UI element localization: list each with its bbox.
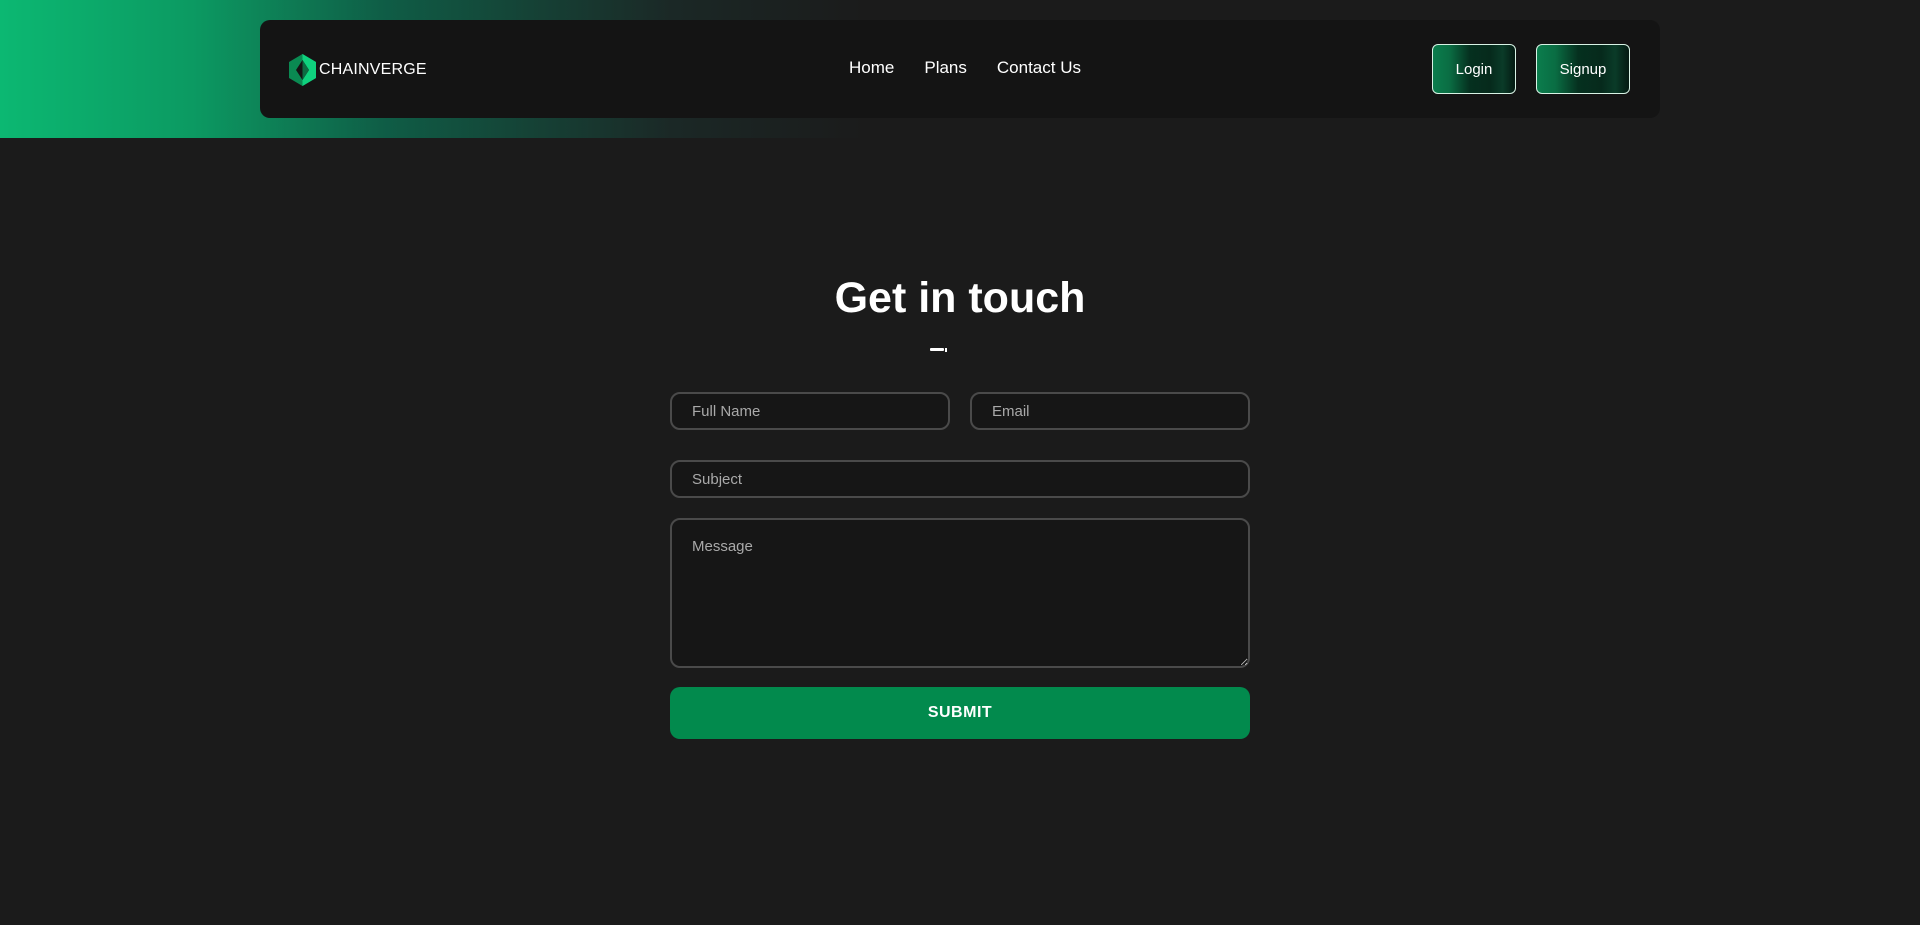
heading-underline-mark <box>930 348 947 352</box>
signup-button[interactable]: Signup <box>1536 44 1630 94</box>
full-name-input[interactable] <box>670 392 950 430</box>
nav-links: Home Plans Contact Us <box>849 58 1081 78</box>
subject-input[interactable] <box>670 460 1250 498</box>
message-textarea[interactable] <box>670 518 1250 668</box>
page-title: Get in touch <box>834 274 1086 322</box>
email-input[interactable] <box>970 392 1250 430</box>
login-button[interactable]: Login <box>1432 44 1516 94</box>
top-navbar: CHAINVERGE Home Plans Contact Us Login S… <box>260 20 1660 118</box>
nav-link-contact-us[interactable]: Contact Us <box>997 58 1081 78</box>
nav-link-plans[interactable]: Plans <box>924 58 967 78</box>
brand-name: CHAINVERGE <box>319 61 427 78</box>
brand[interactable]: CHAINVERGE <box>289 54 427 86</box>
nav-link-home[interactable]: Home <box>849 58 894 78</box>
chainverge-logo-icon <box>289 54 316 86</box>
submit-button[interactable]: SUBMIT <box>670 687 1250 739</box>
